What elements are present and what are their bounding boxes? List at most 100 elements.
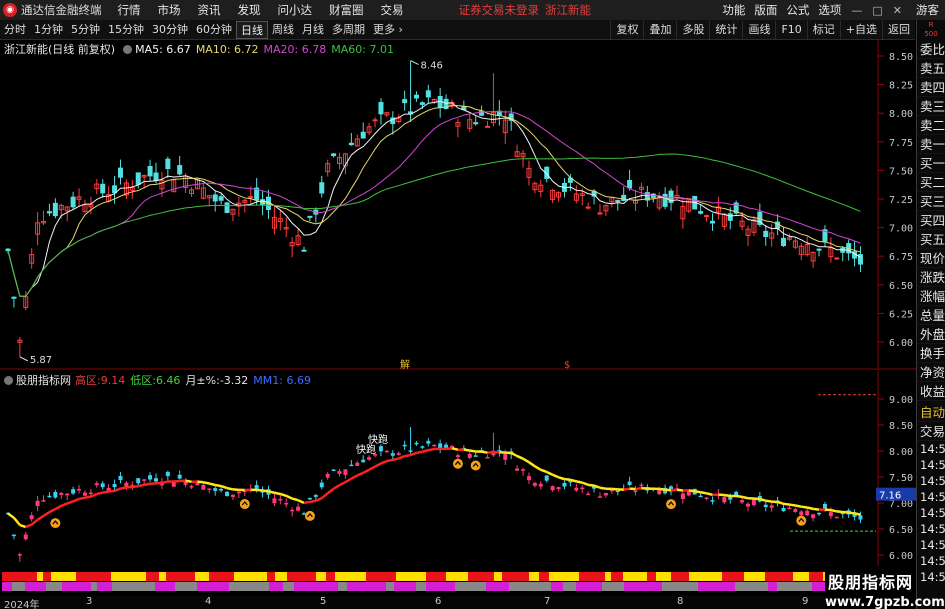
strip-top-segment bbox=[744, 572, 765, 581]
maximize-icon[interactable]: □ bbox=[872, 4, 882, 17]
back-button[interactable]: 返回 bbox=[882, 21, 915, 39]
side-item[interactable]: 净资 bbox=[917, 363, 945, 382]
bar-body bbox=[71, 489, 76, 494]
side-item[interactable]: 涨幅 bbox=[917, 287, 945, 306]
add-watchlist-button[interactable]: +自选 bbox=[839, 21, 882, 39]
strip-bottom-segment bbox=[563, 582, 576, 591]
bar-body bbox=[284, 502, 289, 505]
trend-segment bbox=[659, 487, 666, 492]
r-tag[interactable]: R 500 bbox=[917, 20, 945, 40]
stats-button[interactable]: 统计 bbox=[709, 21, 742, 39]
trend-segment bbox=[7, 512, 15, 519]
current-stock-notice[interactable]: 浙江新能 bbox=[545, 2, 591, 18]
bar-body bbox=[615, 490, 620, 493]
fuquan-button[interactable]: 复权 bbox=[610, 21, 643, 39]
auto-label[interactable]: 自动 bbox=[917, 403, 945, 422]
side-item[interactable]: 换手 bbox=[917, 344, 945, 363]
tab-5min[interactable]: 5分钟 bbox=[67, 21, 104, 39]
indicator-toggle-icon[interactable] bbox=[4, 375, 13, 385]
strip-bottom-segment bbox=[624, 582, 662, 591]
menu-jiaoyi[interactable]: 交易 bbox=[381, 2, 404, 18]
bar-body bbox=[88, 492, 93, 495]
mark-button[interactable]: 标记 bbox=[806, 21, 840, 39]
trend-segment bbox=[398, 454, 406, 460]
tab-1min[interactable]: 1分钟 bbox=[30, 21, 67, 39]
tab-monthly[interactable]: 月线 bbox=[298, 21, 328, 39]
side-item[interactable]: 总量 bbox=[917, 306, 945, 325]
bar-body bbox=[142, 479, 147, 481]
side-item[interactable]: 现价 bbox=[917, 249, 945, 268]
tab-more-label: 更多 bbox=[373, 22, 395, 36]
trend-segment bbox=[25, 523, 33, 529]
toggle-icon[interactable] bbox=[123, 44, 133, 54]
trend-segment bbox=[824, 508, 831, 512]
trend-segment bbox=[214, 483, 222, 488]
tab-30min[interactable]: 30分钟 bbox=[148, 21, 192, 39]
menu-banmian[interactable]: 版面 bbox=[754, 2, 777, 18]
tab-15min[interactable]: 15分钟 bbox=[104, 21, 148, 39]
side-item[interactable]: 买一 bbox=[917, 154, 945, 173]
strip-bottom-segment bbox=[777, 582, 812, 591]
trend-segment bbox=[173, 479, 180, 483]
candle-body bbox=[698, 211, 704, 214]
side-item[interactable]: 买三 bbox=[917, 192, 945, 211]
side-item[interactable]: 买四 bbox=[917, 211, 945, 230]
side-item[interactable]: 外盘 bbox=[917, 325, 945, 344]
overlay-button[interactable]: 叠加 bbox=[643, 21, 676, 39]
menu-zixun[interactable]: 资讯 bbox=[198, 2, 221, 18]
multi-stock-button[interactable]: 多股 bbox=[676, 21, 709, 39]
menu-faxian[interactable]: 发现 bbox=[238, 2, 261, 18]
menu-xuanxiang[interactable]: 选项 bbox=[818, 2, 841, 18]
trend-segment bbox=[783, 502, 790, 506]
guest-user[interactable]: 游客 bbox=[916, 2, 939, 18]
bar-body bbox=[503, 454, 508, 460]
side-item[interactable]: 收益 bbox=[917, 382, 945, 401]
bar-body bbox=[799, 511, 804, 516]
menu-wenxiaoda[interactable]: 问小达 bbox=[278, 2, 313, 18]
candle-body bbox=[816, 248, 822, 251]
bar-body bbox=[219, 488, 224, 491]
trend-segment bbox=[12, 516, 21, 526]
menu-caifuquan[interactable]: 财富圈 bbox=[329, 2, 364, 18]
bar-body bbox=[414, 442, 419, 445]
indicator-panel[interactable]: 股朋指标网 高区: 9.14 低区: 6.46 月±%: -3.32 MM1: … bbox=[0, 371, 916, 570]
tab-more[interactable]: 更多 › bbox=[369, 21, 407, 39]
buy-signal-icon bbox=[50, 518, 61, 529]
side-item[interactable]: 买五 bbox=[917, 230, 945, 249]
trend-segment bbox=[368, 465, 376, 471]
main-kline-panel[interactable]: 浙江新能(日线 前复权) MA5: 6.67 MA10: 6.72 MA20: … bbox=[0, 40, 916, 371]
trend-segment bbox=[350, 474, 358, 480]
candle-body bbox=[5, 248, 11, 252]
side-item[interactable]: 卖二 bbox=[917, 116, 945, 135]
side-item[interactable]: 卖三 bbox=[917, 97, 945, 116]
bar-body bbox=[53, 491, 58, 498]
tab-multi-period[interactable]: 多周期 bbox=[328, 21, 369, 39]
high-pointer bbox=[410, 60, 419, 66]
menu-hangqing[interactable]: 行情 bbox=[118, 2, 141, 18]
minimize-icon[interactable]: — bbox=[851, 4, 862, 17]
side-item[interactable]: 卖一 bbox=[917, 135, 945, 154]
candle-body bbox=[100, 183, 106, 194]
trend-segment bbox=[386, 458, 394, 463]
tab-60min[interactable]: 60分钟 bbox=[192, 21, 236, 39]
menu-gongneng[interactable]: 功能 bbox=[722, 2, 745, 18]
menu-shichang[interactable]: 市场 bbox=[158, 2, 181, 18]
login-notice[interactable]: 证券交易未登录 bbox=[459, 2, 540, 18]
strip-top-segment bbox=[159, 572, 166, 581]
close-icon[interactable]: ✕ bbox=[893, 4, 902, 17]
tab-daily[interactable]: 日线 bbox=[236, 20, 268, 39]
bar-body bbox=[556, 487, 561, 490]
side-item[interactable]: 涨跌 bbox=[917, 268, 945, 287]
f10-button[interactable]: F10 bbox=[775, 21, 806, 39]
side-item[interactable]: 卖四 bbox=[917, 78, 945, 97]
tab-fenshi[interactable]: 分时 bbox=[0, 21, 30, 39]
trend-segment bbox=[114, 487, 121, 492]
draw-line-button[interactable]: 画线 bbox=[742, 21, 775, 39]
trade-label[interactable]: 交易 bbox=[917, 422, 945, 441]
strip-top-segment bbox=[605, 572, 611, 581]
side-item[interactable]: 买二 bbox=[917, 173, 945, 192]
side-item[interactable]: 委比 bbox=[917, 40, 945, 59]
menu-gongshi[interactable]: 公式 bbox=[786, 2, 809, 18]
side-item[interactable]: 卖五 bbox=[917, 59, 945, 78]
tab-weekly[interactable]: 周线 bbox=[268, 21, 298, 39]
